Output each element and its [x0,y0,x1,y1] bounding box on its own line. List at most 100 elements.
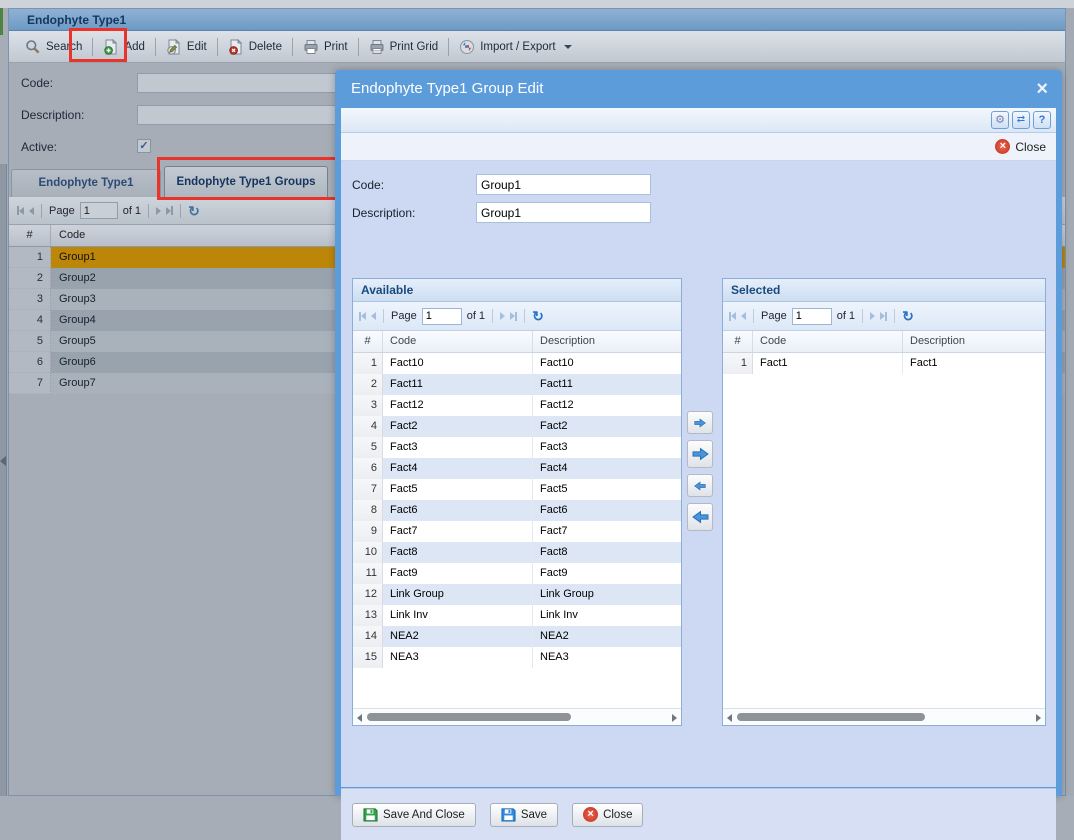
arrow-left-large-icon [692,510,709,524]
h-scrollbar[interactable] [353,708,681,725]
close-circle-icon: × [583,807,598,822]
available-panel-title: Available [353,279,681,302]
move-all-right-button[interactable] [687,440,713,468]
dialog-body: Code: Description: Available Page of 1 [341,161,1056,787]
table-row[interactable]: 1 Fact10 Fact10 [353,353,681,374]
main-toolbar: Search Add Edit Delete P [9,31,1065,63]
column-header-num[interactable]: # [9,225,51,246]
move-left-button[interactable] [687,474,713,497]
page-top-strip [0,0,1074,8]
selected-panel: Selected Page of 1 ↻ # Code [722,278,1046,726]
prev-page-button[interactable] [29,207,34,215]
page-input[interactable] [792,308,832,325]
close-button-top[interactable]: × Close [995,139,1046,154]
dialog-icon-toolbar: ⚙ ⇄ ? [341,108,1056,133]
column-header-code[interactable]: Code [753,331,903,352]
table-row[interactable]: 4 Fact2 Fact2 [353,416,681,437]
page-of-label: of 1 [467,310,485,322]
next-page-button[interactable] [500,312,505,320]
print-icon [303,39,319,55]
search-icon [25,39,41,55]
table-row[interactable]: 2 Fact11 Fact11 [353,374,681,395]
scroll-thumb[interactable] [367,713,571,721]
dropdown-caret-icon [564,45,572,49]
table-row[interactable]: 15 NEA3 NEA3 [353,647,681,668]
page-right-strip [1066,8,1074,796]
dialog-close-x-icon[interactable]: × [1036,76,1048,102]
h-scrollbar[interactable] [723,708,1045,725]
column-header-description[interactable]: Description [533,331,681,352]
save-button[interactable]: Save [490,803,558,827]
scroll-left-arrow-icon[interactable] [727,714,732,722]
table-row[interactable]: 9 Fact7 Fact7 [353,521,681,542]
tab-endophyte-type1[interactable]: Endophyte Type1 [11,169,161,197]
last-page-button[interactable] [166,206,173,215]
annotation-box-groups-tab [157,157,339,200]
prev-page-button[interactable] [741,312,746,320]
table-row[interactable]: 11 Fact9 Fact9 [353,563,681,584]
scroll-left-arrow-icon[interactable] [357,714,362,722]
scroll-right-arrow-icon[interactable] [1036,714,1041,722]
dialog-code-input[interactable] [476,174,651,195]
last-page-button[interactable] [880,312,887,321]
refresh-icon[interactable]: ↻ [532,309,544,323]
table-row[interactable]: 12 Link Group Link Group [353,584,681,605]
refresh-icon[interactable]: ↻ [902,309,914,323]
prev-page-button[interactable] [371,312,376,320]
selected-panel-title: Selected [723,279,1045,302]
arrow-right-small-icon [694,418,706,428]
print-button[interactable]: Print [295,35,356,59]
dialog-title: Endophyte Type1 Group Edit [351,70,543,108]
close-button-bottom[interactable]: × Close [572,803,643,827]
collapse-arrow-icon [0,456,6,466]
column-header-code[interactable]: Code [383,331,533,352]
save-and-close-icon [363,807,378,822]
import-export-button[interactable]: Import / Export [451,35,579,59]
active-checkbox[interactable]: ✓ [137,139,151,153]
page-input[interactable] [80,202,118,219]
move-all-left-button[interactable] [687,503,713,531]
refresh-icon[interactable]: ↻ [188,204,200,218]
column-header-num[interactable]: # [723,331,753,352]
print-grid-button[interactable]: Print Grid [361,35,447,59]
table-row[interactable]: 6 Fact4 Fact4 [353,458,681,479]
selected-paging-toolbar: Page of 1 ↻ [723,302,1045,331]
collapse-panel-strip[interactable] [0,164,7,796]
column-header-description[interactable]: Description [903,331,1045,352]
available-grid-rows: 1 Fact10 Fact10 2 Fact11 Fact11 3 Fact12… [353,353,681,708]
scroll-right-arrow-icon[interactable] [672,714,677,722]
window-title: Endophyte Type1 [9,9,1065,31]
first-page-button[interactable] [17,206,24,215]
page-input[interactable] [422,308,462,325]
table-row[interactable]: 13 Link Inv Link Inv [353,605,681,626]
table-row[interactable]: 14 NEA2 NEA2 [353,626,681,647]
column-header-num[interactable]: # [353,331,383,352]
available-grid-header: # Code Description [353,331,681,353]
next-page-button[interactable] [156,207,161,215]
page-of-label: of 1 [837,310,855,322]
table-row[interactable]: 3 Fact12 Fact12 [353,395,681,416]
table-row[interactable]: 5 Fact3 Fact3 [353,437,681,458]
table-row[interactable]: 1 Fact1 Fact1 [723,353,1045,374]
first-page-button[interactable] [359,312,366,321]
table-row[interactable]: 8 Fact6 Fact6 [353,500,681,521]
dialog-description-input[interactable] [476,202,651,223]
arrow-left-small-icon [694,481,706,491]
table-row[interactable]: 7 Fact5 Fact5 [353,479,681,500]
settings-icon[interactable]: ⚙ [991,111,1009,129]
table-row[interactable]: 10 Fact8 Fact8 [353,542,681,563]
help-icon[interactable]: ? [1033,111,1051,129]
page-of-label: of 1 [123,205,141,217]
selected-grid-rows: 1 Fact1 Fact1 [723,353,1045,708]
next-page-button[interactable] [870,312,875,320]
last-page-button[interactable] [510,312,517,321]
scroll-thumb[interactable] [737,713,925,721]
first-page-button[interactable] [729,312,736,321]
move-right-button[interactable] [687,411,713,434]
active-label: Active: [21,140,57,154]
edit-button[interactable]: Edit [158,35,215,59]
sync-icon[interactable]: ⇄ [1012,111,1030,129]
delete-button[interactable]: Delete [220,35,290,59]
page-label: Page [49,205,75,217]
save-and-close-button[interactable]: Save And Close [352,803,476,827]
